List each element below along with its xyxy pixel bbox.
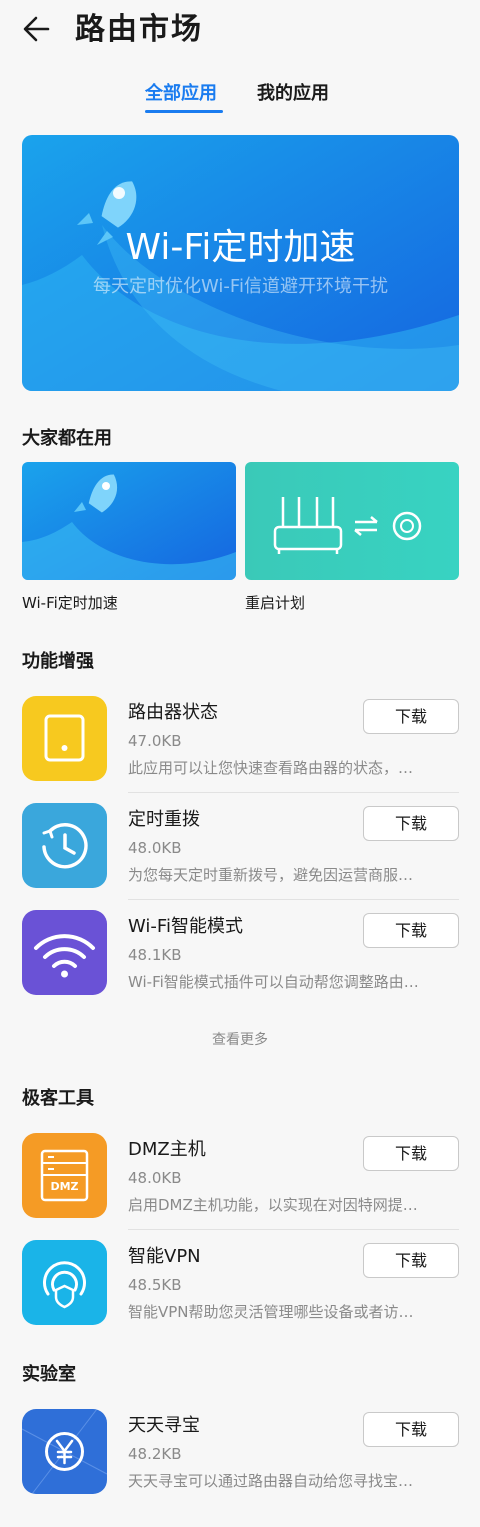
download-button[interactable]: 下载 (363, 1136, 459, 1171)
see-more-link[interactable]: 查看更多 (0, 1030, 480, 1050)
app-description: 为您每天定时重新拨号，避免因运营商服… (128, 866, 414, 884)
banner-title: Wi-Fi定时加速 (125, 227, 356, 268)
app-size: 47.0KB (128, 732, 182, 750)
feature-app-list: 路由器状态 47.0KB 此应用可以让您快速查看路由器的状态，… 下载 定时重拨… (22, 696, 459, 1017)
list-item[interactable]: Wi-Fi智能模式 48.1KB Wi-Fi智能模式插件可以自动帮您调整路由… … (22, 910, 459, 1017)
tab-bar: 全部应用 我的应用 (0, 80, 480, 116)
section-title-lab: 实验室 (22, 1364, 76, 1385)
wifi-icon (22, 910, 107, 995)
divider (128, 1229, 459, 1230)
app-description: 此应用可以让您快速查看路由器的状态，… (128, 759, 414, 777)
tab-indicator (145, 110, 223, 113)
app-size: 48.1KB (128, 946, 182, 964)
popular-card-wifi-accel[interactable] (22, 462, 236, 580)
section-title-geek: 极客工具 (22, 1088, 94, 1109)
popular-label-wifi-accel: Wi-Fi定时加速 (22, 594, 118, 612)
popular-label-restart-plan: 重启计划 (245, 594, 306, 612)
tab-my-apps[interactable]: 我的应用 (257, 80, 329, 108)
geek-app-list: DMZ DMZ主机 48.0KB 启用DMZ主机功能，以实现在对因特网提… 下载… (22, 1133, 459, 1347)
popular-card-restart-plan[interactable] (245, 462, 459, 580)
app-size: 48.0KB (128, 839, 182, 857)
app-name: 定时重拨 (128, 809, 200, 830)
header: 路由市场 (0, 0, 480, 62)
lab-app-list: 天天寻宝 48.2KB 天天寻宝可以通过路由器自动给您寻找宝… 下载 (22, 1409, 459, 1516)
list-item[interactable]: 智能VPN 48.5KB 智能VPN帮助您灵活管理哪些设备或者访… 下载 (22, 1240, 459, 1347)
divider (128, 792, 459, 793)
download-button[interactable]: 下载 (363, 806, 459, 841)
app-name: 智能VPN (128, 1246, 201, 1267)
app-name: DMZ主机 (128, 1139, 206, 1160)
tab-all-apps[interactable]: 全部应用 (145, 80, 217, 108)
dmz-icon-text: DMZ (50, 1180, 79, 1193)
clock-history-icon (22, 803, 107, 888)
page-title: 路由市场 (75, 12, 203, 47)
back-button[interactable] (22, 12, 52, 46)
list-item[interactable]: 天天寻宝 48.2KB 天天寻宝可以通过路由器自动给您寻找宝… 下载 (22, 1409, 459, 1516)
vpn-shield-icon (22, 1240, 107, 1325)
router-status-icon (22, 696, 107, 781)
app-name: 天天寻宝 (128, 1415, 200, 1436)
promo-banner[interactable]: Wi-Fi定时加速 每天定时优化Wi-Fi信道避开环境干扰 (22, 135, 459, 391)
app-description: 天天寻宝可以通过路由器自动给您寻找宝… (128, 1472, 414, 1490)
download-button[interactable]: 下载 (363, 1243, 459, 1278)
rocket-icon (22, 462, 236, 580)
yuan-coin-icon (22, 1409, 107, 1494)
app-size: 48.2KB (128, 1445, 182, 1463)
dmz-server-icon: DMZ (22, 1133, 107, 1218)
app-description: Wi-Fi智能模式插件可以自动帮您调整路由… (128, 973, 419, 991)
list-item[interactable]: 定时重拨 48.0KB 为您每天定时重新拨号，避免因运营商服… 下载 (22, 803, 459, 910)
list-item[interactable]: 路由器状态 47.0KB 此应用可以让您快速查看路由器的状态，… 下载 (22, 696, 459, 803)
divider (128, 899, 459, 900)
download-button[interactable]: 下载 (363, 1412, 459, 1447)
section-title-features: 功能增强 (22, 651, 94, 672)
banner-subtitle: 每天定时优化Wi-Fi信道避开环境干扰 (93, 276, 388, 297)
router-restart-icon (245, 462, 459, 580)
arrow-left-icon (23, 16, 50, 42)
download-button[interactable]: 下载 (363, 913, 459, 948)
list-item[interactable]: DMZ DMZ主机 48.0KB 启用DMZ主机功能，以实现在对因特网提… 下载 (22, 1133, 459, 1240)
app-name: Wi-Fi智能模式 (128, 916, 243, 937)
app-size: 48.5KB (128, 1276, 182, 1294)
app-description: 智能VPN帮助您灵活管理哪些设备或者访… (128, 1303, 414, 1321)
app-description: 启用DMZ主机功能，以实现在对因特网提… (128, 1196, 418, 1214)
download-button[interactable]: 下载 (363, 699, 459, 734)
app-size: 48.0KB (128, 1169, 182, 1187)
section-title-popular: 大家都在用 (22, 428, 112, 449)
app-name: 路由器状态 (128, 702, 218, 723)
